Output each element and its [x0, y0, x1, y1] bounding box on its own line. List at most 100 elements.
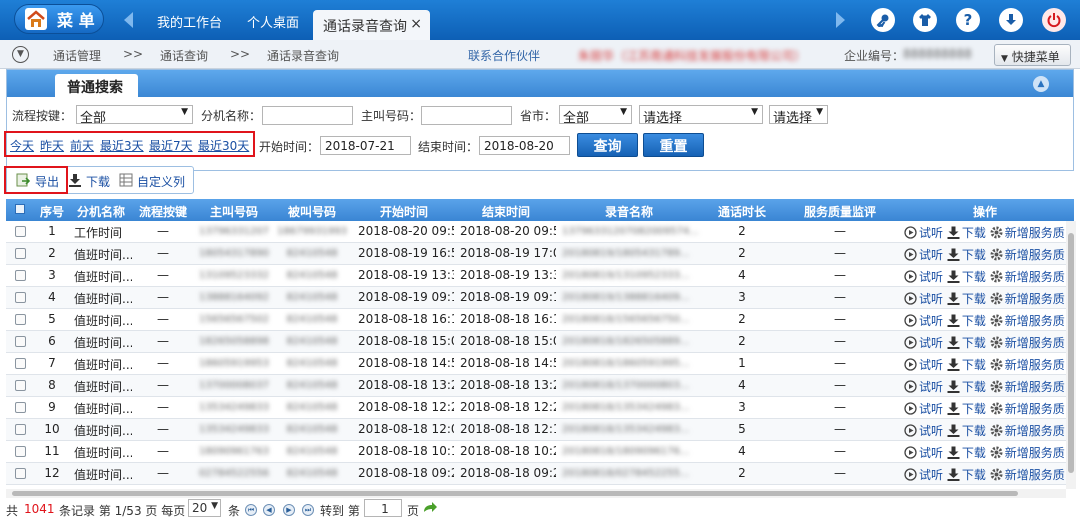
- shirt-icon[interactable]: [913, 8, 937, 32]
- add-qa-link[interactable]: 新增服务质: [1005, 468, 1065, 482]
- last-page-icon[interactable]: ⏭: [302, 504, 314, 516]
- listen-link[interactable]: 试听: [919, 336, 943, 350]
- download-link[interactable]: 下载: [962, 424, 986, 438]
- start-time-input[interactable]: 2018-07-21: [320, 136, 411, 155]
- row-checkbox[interactable]: [15, 424, 26, 435]
- col-header-recording[interactable]: 录音名称: [558, 203, 700, 220]
- add-qa-link[interactable]: 新增服务质: [1005, 446, 1065, 460]
- col-header-caller[interactable]: 主叫号码: [196, 203, 272, 220]
- table-row[interactable]: 8 值班时间... — 13700008037 82410548 2018-08-18 1…: [6, 375, 1074, 397]
- listen-link[interactable]: 试听: [919, 314, 943, 328]
- power-icon[interactable]: [1042, 8, 1066, 32]
- per-page-select[interactable]: 20 ▼: [188, 499, 221, 517]
- col-header-duration[interactable]: 通话时长: [704, 203, 780, 220]
- col-header-no[interactable]: 序号: [36, 203, 68, 220]
- ext-name-input[interactable]: [262, 106, 353, 125]
- add-qa-link[interactable]: 新增服务质: [1005, 292, 1065, 306]
- table-row[interactable]: 10 值班时间... — 13534249833 82410548 2018-08-18 …: [6, 419, 1074, 441]
- row-checkbox[interactable]: [15, 446, 26, 457]
- add-qa-link[interactable]: 新增服务质: [1005, 270, 1065, 284]
- table-row[interactable]: 9 值班时间... — 13534249833 82410548 2018-08-18 1…: [6, 397, 1074, 419]
- row-checkbox[interactable]: [15, 314, 26, 325]
- row-checkbox[interactable]: [15, 468, 26, 479]
- table-row[interactable]: 12 值班时间... — 02784522556 82410548 2018-08-18 …: [6, 463, 1074, 485]
- download-link[interactable]: 下载: [962, 314, 986, 328]
- listen-link[interactable]: 试听: [919, 248, 943, 262]
- download-link[interactable]: 下载: [962, 292, 986, 306]
- listen-link[interactable]: 试听: [919, 468, 943, 482]
- go-arrow-icon[interactable]: [422, 502, 438, 516]
- contact-partner-link[interactable]: 联系合作伙伴: [468, 47, 540, 64]
- table-row[interactable]: 5 值班时间... — 15656567502 82410548 2018-08-18 1…: [6, 309, 1074, 331]
- download-link[interactable]: 下载: [962, 402, 986, 416]
- download-link[interactable]: 下载: [962, 270, 986, 284]
- tab-call-recording-query[interactable]: 通话录音查询 ×: [313, 10, 430, 40]
- row-checkbox[interactable]: [15, 292, 26, 303]
- col-header-start[interactable]: 开始时间: [354, 203, 454, 220]
- row-checkbox[interactable]: [15, 248, 26, 259]
- download-link[interactable]: 下载: [962, 468, 986, 482]
- download-link[interactable]: 下载: [962, 358, 986, 372]
- province-select[interactable]: 全部 ▼: [559, 105, 632, 126]
- add-qa-link[interactable]: 新增服务质: [1005, 358, 1065, 372]
- date-link-today[interactable]: 今天: [10, 137, 34, 154]
- table-row[interactable]: 7 值班时间... — 18605919953 82410548 2018-08-18 1…: [6, 353, 1074, 375]
- reset-button[interactable]: 重置: [643, 133, 704, 157]
- listen-link[interactable]: 试听: [919, 424, 943, 438]
- horizontal-scrollbar[interactable]: [6, 489, 1066, 498]
- add-qa-link[interactable]: 新增服务质: [1005, 226, 1065, 240]
- listen-link[interactable]: 试听: [919, 226, 943, 240]
- caller-number-input[interactable]: [421, 106, 512, 125]
- row-checkbox[interactable]: [15, 380, 26, 391]
- col-header-end[interactable]: 结束时间: [456, 203, 556, 220]
- row-checkbox[interactable]: [15, 226, 26, 237]
- vertical-scroll-thumb[interactable]: [1068, 233, 1074, 473]
- download-link[interactable]: 下载: [962, 380, 986, 394]
- query-button[interactable]: 查询: [577, 133, 638, 157]
- col-header-qa[interactable]: 服务质量监评: [782, 203, 898, 220]
- close-tab-icon[interactable]: ×: [410, 16, 422, 32]
- table-row[interactable]: 2 值班时间... — 18054317890 82410548 2018-08-19 1…: [6, 243, 1074, 265]
- horizontal-scroll-thumb[interactable]: [12, 491, 1018, 496]
- first-page-icon[interactable]: ⏮: [245, 504, 257, 516]
- date-link-last-3-days[interactable]: 最近3天: [100, 137, 144, 154]
- main-menu-button[interactable]: 菜 单: [14, 4, 104, 34]
- date-link-yesterday[interactable]: 昨天: [40, 137, 64, 154]
- listen-link[interactable]: 试听: [919, 292, 943, 306]
- select-all-checkbox[interactable]: [10, 203, 30, 217]
- tab-my-workbench[interactable]: 我的工作台: [157, 12, 222, 31]
- breadcrumb-call-query[interactable]: 通话查询: [160, 47, 208, 64]
- download-icon[interactable]: [999, 8, 1023, 32]
- key-icon[interactable]: [871, 8, 895, 32]
- breadcrumb-call-management[interactable]: 通话管理: [53, 47, 101, 64]
- col-header-callee[interactable]: 被叫号码: [274, 203, 350, 220]
- city-select[interactable]: 请选择 ▼: [639, 105, 763, 126]
- date-link-day-before[interactable]: 前天: [70, 137, 94, 154]
- row-checkbox[interactable]: [15, 336, 26, 347]
- listen-link[interactable]: 试听: [919, 358, 943, 372]
- tab-personal-desktop[interactable]: 个人桌面: [247, 12, 299, 31]
- add-qa-link[interactable]: 新增服务质: [1005, 424, 1065, 438]
- download-link[interactable]: 下载: [962, 336, 986, 350]
- goto-page-input[interactable]: 1: [364, 499, 402, 517]
- add-qa-link[interactable]: 新增服务质: [1005, 248, 1065, 262]
- download-button[interactable]: 下载: [86, 173, 110, 190]
- download-link[interactable]: 下载: [962, 248, 986, 262]
- table-row[interactable]: 11 值班时间... — 18090961763 82410548 2018-08-18 …: [6, 441, 1074, 463]
- listen-link[interactable]: 试听: [919, 402, 943, 416]
- table-row[interactable]: 1 工作时间 — 13796331207 18679931993 2018-08-20 0…: [6, 221, 1074, 243]
- row-checkbox[interactable]: [15, 270, 26, 281]
- vertical-scrollbar[interactable]: [1066, 221, 1076, 489]
- download-link[interactable]: 下载: [962, 446, 986, 460]
- row-checkbox[interactable]: [15, 402, 26, 413]
- date-link-last-30-days[interactable]: 最近30天: [198, 137, 249, 154]
- listen-link[interactable]: 试听: [919, 270, 943, 284]
- export-button[interactable]: 导出: [35, 173, 59, 190]
- add-qa-link[interactable]: 新增服务质: [1005, 314, 1065, 328]
- table-row[interactable]: 6 值班时间... — 18265058898 82410548 2018-08-18 1…: [6, 331, 1074, 353]
- add-qa-link[interactable]: 新增服务质: [1005, 402, 1065, 416]
- download-link[interactable]: 下载: [962, 226, 986, 240]
- prev-page-icon[interactable]: ◀: [263, 504, 275, 516]
- table-row[interactable]: 4 值班时间... — 13888164092 82410548 2018-08-19 0…: [6, 287, 1074, 309]
- row-checkbox[interactable]: [15, 358, 26, 369]
